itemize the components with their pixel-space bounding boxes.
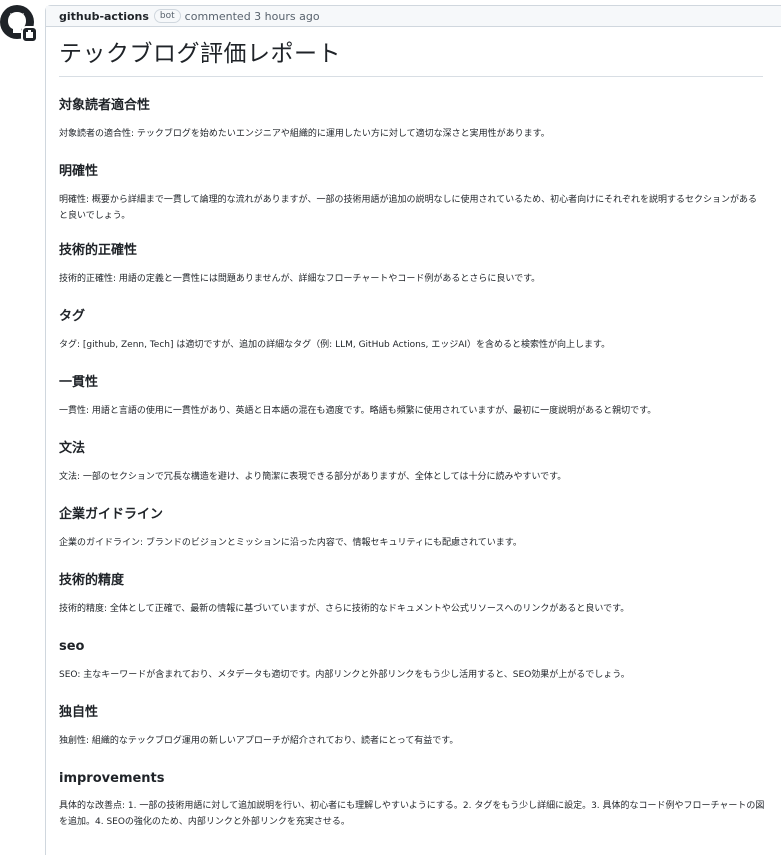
comment-box: github-actions bot commented 3 hours ago… xyxy=(45,5,781,855)
section-grammar: 文法 文法: 一部のセクションで冗長な構造を避け、より簡潔に表現できる部分があり… xyxy=(59,440,768,485)
github-actions-avatar[interactable] xyxy=(0,5,38,43)
page: github-actions bot commented 3 hours ago… xyxy=(0,0,781,855)
section-originality: 独自性 独創性: 組織的なテックブログ運用の新しいアプローチが紹介されており、読… xyxy=(59,704,768,749)
section-heading: タグ xyxy=(59,309,86,324)
section-heading: 技術的正確性 xyxy=(59,243,138,258)
comment-header: github-actions bot commented 3 hours ago xyxy=(46,6,781,27)
section-text: 技術的正確性: 用語の定義と一貫性には問題ありませんが、詳細なフローチャートやコ… xyxy=(59,274,541,284)
section-improvements: improvements 具体的な改善点: 1. 一部の技術用語に対して追加説明… xyxy=(59,770,768,830)
section-text: SEO: 主なキーワードが含まれており、メタデータも適切です。内部リンクと外部リ… xyxy=(59,670,630,680)
section-tags: タグ タグ: [github, Zenn, Tech] は適切ですが、追加の詳細… xyxy=(59,308,768,353)
section-text: 一貫性: 用語と言語の使用に一貫性があり、英語と日本語の混在も適度です。略語も頻… xyxy=(59,406,657,416)
comment-author-link[interactable]: github-actions xyxy=(59,10,149,23)
section-text: 具体的な改善点: 1. 一部の技術用語に対して追加説明を行い、初心者にも理解しや… xyxy=(59,801,765,827)
section-heading: improvements xyxy=(59,771,165,786)
section-heading: 企業ガイドライン xyxy=(59,507,164,522)
section-text: 対象読者の適合性: テックブログを始めたいエンジニアや組織的に運用したい方に対し… xyxy=(59,129,550,139)
section-text: 技術的精度: 全体として正確で、最新の情報に基づいていますが、さらに技術的なドキ… xyxy=(59,604,630,614)
section-text: タグ: [github, Zenn, Tech] は適切ですが、追加の詳細なタグ… xyxy=(59,340,611,350)
section-technical-precision: 技術的精度 技術的精度: 全体として正確で、最新の情報に基づいていますが、さらに… xyxy=(59,572,768,617)
section-heading: 明確性 xyxy=(59,164,99,179)
section-clarity: 明確性 明確性: 概要から詳細まで一貫して論理的な流れがありますが、一部の技術用… xyxy=(59,163,768,224)
section-heading: 独自性 xyxy=(59,705,99,720)
section-seo: seo SEO: 主なキーワードが含まれており、メタデータも適切です。内部リンク… xyxy=(59,638,768,683)
comment-timestamp[interactable]: commented 3 hours ago xyxy=(185,10,320,23)
section-text: 文法: 一部のセクションで冗長な構造を避け、より簡潔に表現できる部分がありますが… xyxy=(59,472,567,482)
section-target-audience: 対象読者適合性 対象読者の適合性: テックブログを始めたいエンジニアや組織的に運… xyxy=(59,97,768,142)
section-heading: 一貫性 xyxy=(59,375,99,390)
comment-body: テックブログ評価レポート 対象読者適合性 対象読者の適合性: テックブログを始め… xyxy=(46,27,781,830)
report-title: テックブログ評価レポート xyxy=(59,39,763,77)
github-mark-icon xyxy=(0,5,38,43)
section-heading: 文法 xyxy=(59,441,86,456)
section-text: 独創性: 組織的なテックブログ運用の新しいアプローチが紹介されており、読者にとっ… xyxy=(59,736,459,746)
section-text: 企業のガイドライン: ブランドのビジョンとミッションに沿った内容で、情報セキュリ… xyxy=(59,538,522,548)
section-text: 明確性: 概要から詳細まで一貫して論理的な流れがありますが、一部の技術用語が追加… xyxy=(59,195,757,221)
bot-badge: bot xyxy=(153,9,181,23)
section-technical-accuracy: 技術的正確性 技術的正確性: 用語の定義と一貫性には問題ありませんが、詳細なフロ… xyxy=(59,242,768,287)
section-corporate-guidelines: 企業ガイドライン 企業のガイドライン: ブランドのビジョンとミッションに沿った内… xyxy=(59,506,768,551)
section-heading: 技術的精度 xyxy=(59,573,125,588)
section-heading: 対象読者適合性 xyxy=(59,98,151,113)
section-consistency: 一貫性 一貫性: 用語と言語の使用に一貫性があり、英語と日本語の混在も適度です。… xyxy=(59,374,768,419)
section-heading: seo xyxy=(59,639,85,654)
